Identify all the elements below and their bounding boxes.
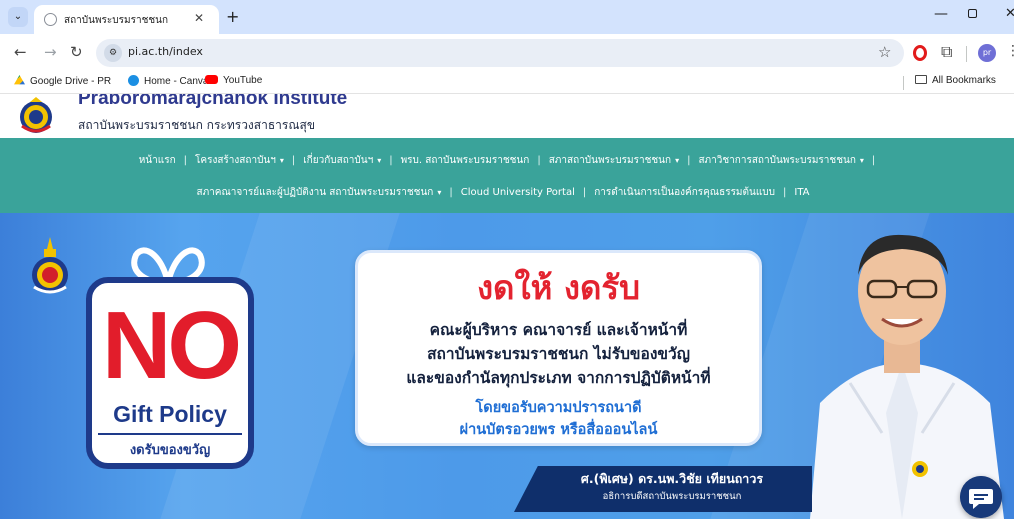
no-text: NO <box>102 292 242 399</box>
nav-item-label: เกี่ยวกับสถาบันฯ <box>303 155 374 166</box>
google-drive-icon <box>14 75 25 85</box>
chat-widget-icon[interactable] <box>960 476 1002 518</box>
caret-down-icon: ▾ <box>377 156 382 165</box>
back-arrow-icon[interactable]: ← <box>14 43 27 61</box>
nav-item[interactable]: การดำเนินการเป็นองค์กรคุณธรรมต้นแบบ <box>590 185 779 200</box>
nav-item[interactable]: สภาวิชาการสถาบันพระบรมราชชนก ▾ <box>694 153 867 168</box>
emblem-icon <box>32 237 68 294</box>
globe-icon <box>44 13 57 26</box>
toolbar-divider <box>966 46 967 62</box>
opera-extension-icon[interactable] <box>913 45 927 61</box>
nav-separator: | <box>449 187 453 198</box>
site-header: Praboromarajchanok Institute สถาบันพระบร… <box>0 94 1014 138</box>
caret-down-icon: ▾ <box>279 156 284 165</box>
nav-separator: | <box>183 155 188 166</box>
nav-item[interactable]: สภาคณาจารย์และผู้ปฏิบัติงาน สถาบันพระบรม… <box>192 185 445 200</box>
profile-avatar[interactable]: pr <box>978 44 996 62</box>
address-bar[interactable]: ⚙ pi.ac.th/index ☆ <box>96 39 904 67</box>
message-line: คณะผู้บริหาร คณาจารย์ และเจ้าหน้าที่ <box>429 321 688 339</box>
forward-arrow-icon[interactable]: → <box>44 43 57 61</box>
gift-policy-subtitle: งดรับของขวัญ <box>129 443 211 458</box>
site-info-icon[interactable]: ⚙ <box>104 44 122 62</box>
nav-item-label: หน้าแรก <box>138 155 176 166</box>
message-blue-line: โดยขอรับความปรารถนาดี <box>475 400 642 416</box>
new-tab-button[interactable]: + <box>226 7 239 26</box>
minimize-button[interactable]: — <box>934 6 948 22</box>
active-tab[interactable]: สถาบันพระบรมราชชนก ✕ <box>34 5 219 34</box>
tab-close-icon[interactable]: ✕ <box>194 11 204 25</box>
nav-row-2: สภาคณาจารย์และผู้ปฏิบัติงาน สถาบันพระบรม… <box>0 185 1014 200</box>
caret-down-icon: ▾ <box>437 188 442 197</box>
institute-name-th: สถาบันพระบรมราชชนก กระทรวงสาธารณสุข <box>78 118 316 132</box>
close-window-button[interactable]: ✕ <box>1005 6 1014 21</box>
browser-menu-icon[interactable]: ⋮ <box>1006 43 1014 59</box>
message-title: งดให้ งดรับ <box>476 268 641 307</box>
nav-item-label: พรบ. สถาบันพระบรมราชชนก <box>400 155 530 166</box>
bookmarks-bar: Google Drive - PR Home - Canva YouTube A… <box>0 72 1014 94</box>
nav-separator: | <box>871 155 876 166</box>
gift-policy-text: Gift Policy <box>113 401 227 427</box>
bookmark-google-drive[interactable]: Google Drive - PR <box>14 75 111 87</box>
president-name-plate: ศ.(พิเศษ) ดร.นพ.วิชัย เทียนถาวร อธิการบด… <box>514 466 812 512</box>
nav-item[interactable]: เกี่ยวกับสถาบันฯ ▾ <box>299 153 385 168</box>
nav-item[interactable]: โครงสร้างสถาบันฯ ▾ <box>191 153 288 168</box>
nav-item[interactable]: ITA <box>790 187 813 198</box>
message-line: และของกำนัลทุกประเภท จากการปฏิบัติหน้าที… <box>406 369 711 387</box>
hero-banner[interactable]: NO Gift Policy งดรับของขวัญ งดให้ งดรับ … <box>0 213 1014 519</box>
folder-icon <box>915 75 927 84</box>
message-line: สถาบันพระบรมราชชนก ไม่รับของขวัญ <box>427 345 690 363</box>
url-text: pi.ac.th/index <box>128 45 203 58</box>
nav-item-label: Cloud University Portal <box>460 187 575 198</box>
institute-logo[interactable] <box>16 96 56 134</box>
nav-separator: | <box>389 155 393 166</box>
nav-item[interactable]: Cloud University Portal <box>457 187 579 198</box>
nav-item[interactable]: พรบ. สถาบันพระบรมราชชนก <box>397 153 534 168</box>
tab-strip: ⌄ สถาบันพระบรมราชชนก ✕ + — ✕ <box>0 0 1014 34</box>
caret-down-icon: ▾ <box>859 156 864 165</box>
reload-icon[interactable]: ↻ <box>70 43 83 61</box>
nav-separator: | <box>783 187 787 198</box>
canva-icon <box>128 75 139 86</box>
tab-title: สถาบันพระบรมราชชนก <box>64 15 169 26</box>
all-bookmarks-button[interactable]: All Bookmarks <box>915 75 996 86</box>
bookmark-youtube[interactable]: YouTube <box>205 75 262 86</box>
nav-item-label: สภาสถาบันพระบรมราชชนก <box>548 155 672 166</box>
message-blue-line: ผ่านบัตรอวยพร หรือสื่อออนไลน์ <box>459 422 658 438</box>
youtube-icon <box>205 75 218 84</box>
web-page: Praboromarajchanok Institute สถาบันพระบร… <box>0 94 1014 519</box>
president-name: ศ.(พิเศษ) ดร.นพ.วิชัย เทียนถาวร <box>580 471 764 486</box>
nav-item-label: ITA <box>794 187 810 198</box>
caret-down-icon: ▾ <box>675 156 680 165</box>
bookmarks-divider <box>903 76 904 90</box>
main-navigation: หน้าแรก | โครงสร้างสถาบันฯ ▾ | เกี่ยวกับสถาบั… <box>0 138 1014 213</box>
president-title: อธิการบดีสถาบันพระบรมราชชนก <box>602 491 742 502</box>
nav-separator: | <box>582 187 587 198</box>
nav-item[interactable]: สภาสถาบันพระบรมราชชนก ▾ <box>545 153 683 168</box>
nav-separator: | <box>537 155 541 166</box>
restore-button[interactable] <box>968 9 977 18</box>
nav-row-1: หน้าแรก | โครงสร้างสถาบันฯ ▾ | เกี่ยวกับสถาบั… <box>0 153 1014 168</box>
nav-separator: | <box>687 155 691 166</box>
bookmark-canva[interactable]: Home - Canva <box>128 75 208 87</box>
nav-item-label: สภาวิชาการสถาบันพระบรมราชชนก <box>698 155 856 166</box>
nav-item[interactable]: หน้าแรก <box>135 153 180 168</box>
no-gift-policy-box: NO Gift Policy งดรับของขวัญ <box>86 277 254 469</box>
nav-item-label: โครงสร้างสถาบันฯ <box>195 155 276 166</box>
nav-item-label: สภาคณาจารย์และผู้ปฏิบัติงาน สถาบันพระบรม… <box>196 187 434 198</box>
bookmark-label: YouTube <box>223 75 263 86</box>
all-bookmarks-label: All Bookmarks <box>932 75 996 86</box>
nav-item-label: การดำเนินการเป็นองค์กรคุณธรรมต้นแบบ <box>594 187 775 198</box>
divider <box>98 433 242 435</box>
tab-search-button[interactable]: ⌄ <box>8 7 28 27</box>
nav-separator: | <box>291 155 296 166</box>
extensions-icon[interactable]: ⧉ <box>941 42 952 62</box>
bookmark-star-icon[interactable]: ☆ <box>878 43 891 61</box>
message-card: งดให้ งดรับ คณะผู้บริหาร คณาจารย์ และเจ้… <box>355 250 762 446</box>
bookmark-label: Google Drive - PR <box>30 76 112 87</box>
president-portrait <box>810 234 1004 519</box>
browser-toolbar: ← → ↻ ⚙ pi.ac.th/index ☆ ⧉ pr ⋮ <box>0 34 1014 72</box>
institute-name-en: Praboromarajchanok Institute <box>78 94 348 109</box>
bookmark-label: Home - Canva <box>144 76 209 87</box>
